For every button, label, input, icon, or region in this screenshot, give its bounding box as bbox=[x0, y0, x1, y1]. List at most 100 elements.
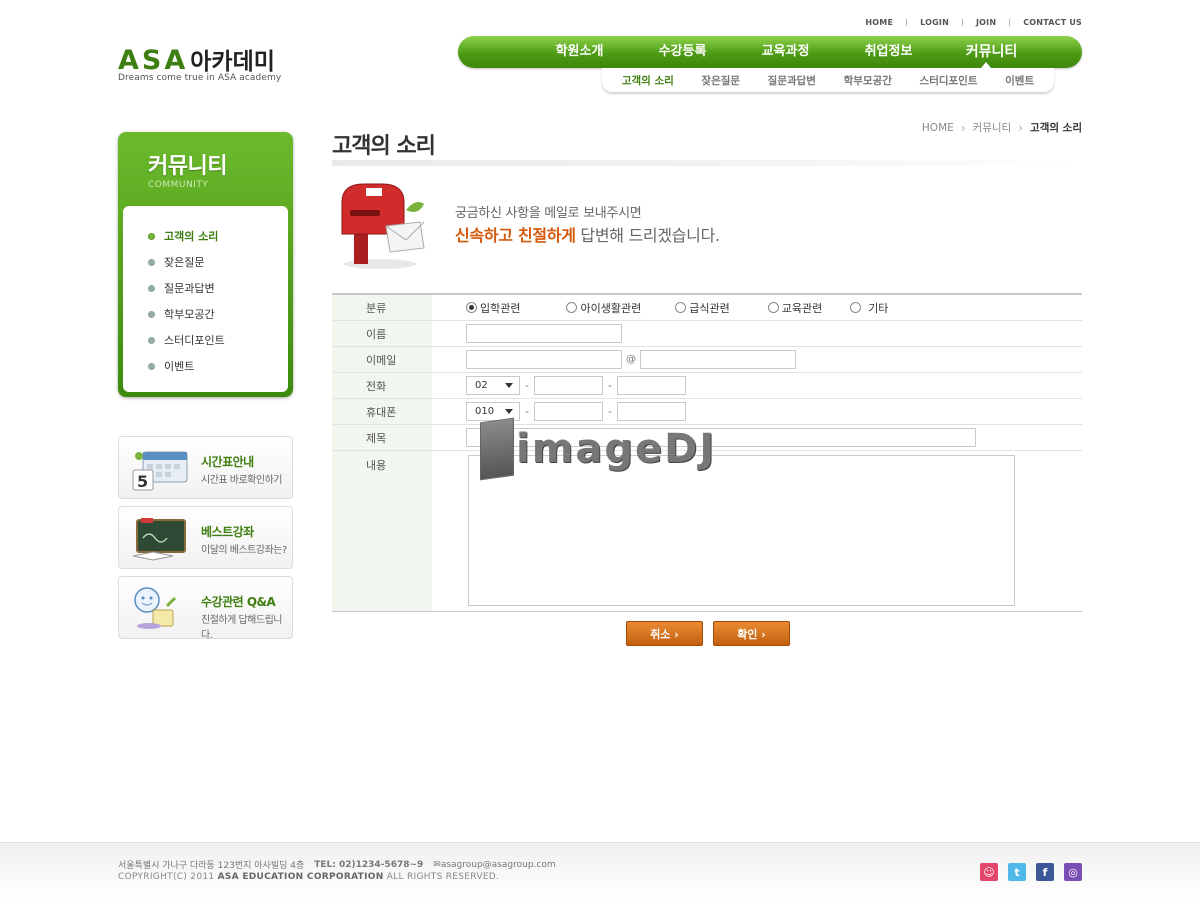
twitter-icon[interactable]: t bbox=[1008, 863, 1026, 881]
sub-nav-parents[interactable]: 학부모공간 bbox=[844, 73, 892, 88]
radio-checked-icon bbox=[466, 302, 477, 313]
logo-brand: ASA bbox=[118, 45, 189, 76]
category-radio-etc[interactable]: 기타 bbox=[850, 300, 888, 316]
phone-prefix-select[interactable]: 02 bbox=[466, 376, 520, 395]
cancel-button[interactable]: 취소 › bbox=[626, 621, 703, 646]
sub-nav-faq[interactable]: 잦은질문 bbox=[701, 73, 740, 88]
breadcrumb-community[interactable]: 커뮤니티 bbox=[973, 120, 1012, 135]
chevron-down-icon bbox=[505, 409, 513, 414]
gnb-item-jobs[interactable]: 취업정보 bbox=[837, 36, 940, 68]
sub-nav-study[interactable]: 스터디포인트 bbox=[920, 73, 978, 88]
breadcrumb-current: 고객의 소리 bbox=[1030, 122, 1082, 134]
left-menu-item-voice[interactable]: 고객의 소리 bbox=[148, 223, 225, 249]
form-row-category: 분류 입학관련 아이생활관련 급식관련 교육관련 기타 bbox=[332, 295, 1082, 321]
mobile-label: 휴대폰 bbox=[332, 399, 432, 424]
email-label: 이메일 bbox=[332, 347, 432, 372]
page-title: 고객의 소리 bbox=[332, 134, 436, 159]
category-radio-admission[interactable]: 입학관련 bbox=[466, 300, 520, 316]
left-menu-label: 학부모공간 bbox=[164, 308, 215, 321]
sub-nav-qna[interactable]: 질문과답변 bbox=[768, 73, 816, 88]
chevron-right-icon: › bbox=[1018, 120, 1024, 135]
banner-qna[interactable]: 수강관련 Q&A 친절하게 답해드립니다. bbox=[118, 576, 293, 641]
sub-nav-voice[interactable]: 고객의 소리 bbox=[622, 73, 674, 88]
category-radio-childlife[interactable]: 아이생활관련 bbox=[566, 300, 641, 316]
sub-nav-event[interactable]: 이벤트 bbox=[1005, 73, 1034, 88]
chalkboard-icon bbox=[132, 518, 186, 561]
page: HOME LOGIN JOIN CONTACT US ASA 아카데미 Drea… bbox=[0, 0, 1200, 900]
banner-timetable[interactable]: 5 시간표안내 시간표 바로확인하기 bbox=[118, 436, 293, 499]
left-menu-item-study[interactable]: 스터디포인트 bbox=[148, 327, 225, 353]
contact-link[interactable]: CONTACT US bbox=[1010, 18, 1082, 27]
svg-text:5: 5 bbox=[137, 472, 148, 491]
home-link[interactable]: HOME bbox=[852, 18, 906, 27]
watermark-logo-icon bbox=[480, 417, 514, 481]
left-menu-label: 잦은질문 bbox=[164, 256, 205, 269]
footer-email[interactable]: ✉asagroup@asagroup.com bbox=[433, 860, 555, 870]
left-menu-title: 커뮤니티 bbox=[148, 154, 227, 179]
facebook-icon[interactable]: f bbox=[1036, 863, 1054, 881]
intro-line-1: 궁금하신 사항을 메일로 보내주시면 bbox=[455, 206, 642, 221]
copyright-company: ASA EDUCATION CORPORATION bbox=[217, 872, 384, 882]
bullet-icon bbox=[148, 362, 155, 370]
email-domain-input[interactable] bbox=[640, 350, 796, 369]
name-input[interactable] bbox=[466, 324, 622, 343]
left-menu-label: 고객의 소리 bbox=[164, 230, 219, 243]
chat-face-icon bbox=[134, 587, 177, 629]
mobile-last-input[interactable] bbox=[616, 402, 686, 421]
logo-tagline: Dreams come true in ASA academy bbox=[118, 73, 282, 83]
intro-rest: 답변해 드리겠습니다. bbox=[575, 226, 720, 245]
logo[interactable]: ASA 아카데미 Dreams come true in ASA academy bbox=[118, 42, 281, 83]
radio-icon bbox=[767, 302, 779, 313]
left-menu-item-event[interactable]: 이벤트 bbox=[148, 353, 225, 379]
email-id-input[interactable] bbox=[466, 350, 622, 369]
form-row-phone: 전화 02 - - bbox=[332, 373, 1082, 399]
login-link[interactable]: LOGIN bbox=[907, 18, 962, 27]
phone-label: 전화 bbox=[332, 373, 432, 398]
banner-best-course[interactable]: 베스트강좌 이달의 베스트강좌는? bbox=[118, 506, 293, 569]
cyworld-icon[interactable]: ☺ bbox=[980, 863, 998, 881]
footer-copyright: COPYRIGHT(C) 2011 ASA EDUCATION CORPORAT… bbox=[118, 872, 499, 882]
category-radio-education[interactable]: 교육관련 bbox=[767, 300, 822, 316]
category-radio-meals[interactable]: 급식관련 bbox=[675, 300, 730, 316]
dash: - bbox=[607, 379, 612, 392]
radio-label: 아이생활관련 bbox=[580, 301, 642, 315]
banner-desc: 친절하게 답해드립니다. bbox=[201, 615, 282, 641]
left-menu-item-faq[interactable]: 잦은질문 bbox=[148, 249, 225, 275]
chevron-down-icon bbox=[505, 383, 513, 388]
me2day-icon[interactable]: ◎ bbox=[1064, 863, 1082, 881]
gnb-item-community[interactable]: 커뮤니티 bbox=[940, 36, 1043, 68]
footer-tel: TEL: 02)1234-5678~9 bbox=[314, 859, 424, 870]
breadcrumb: HOME › 커뮤니티 › 고객의 소리 bbox=[922, 120, 1082, 135]
banner-title: 베스트강좌 bbox=[201, 525, 254, 539]
left-menu-label: 질문과답변 bbox=[164, 282, 215, 295]
envelope-icon: ✉ bbox=[433, 859, 441, 870]
dash: - bbox=[607, 405, 612, 418]
bullet-icon bbox=[148, 232, 155, 240]
breadcrumb-home[interactable]: HOME bbox=[922, 122, 954, 134]
radio-icon bbox=[566, 302, 578, 313]
left-menu-label: 스터디포인트 bbox=[164, 334, 225, 347]
left-menu-item-qna[interactable]: 질문과답변 bbox=[148, 275, 225, 301]
join-link[interactable]: JOIN bbox=[963, 18, 1009, 27]
banner-title: 수강관련 Q&A bbox=[201, 595, 276, 609]
left-menu-list-box: 고객의 소리 잦은질문 질문과답변 학부모공간 스터디포인트 이벤트 bbox=[123, 206, 288, 392]
mailbox-icon bbox=[341, 183, 425, 269]
gnb-item-registration[interactable]: 수강등록 bbox=[631, 36, 734, 68]
gnb-item-courses[interactable]: 교육과정 bbox=[734, 36, 837, 68]
sns-links: ☺ t f ◎ bbox=[980, 863, 1082, 881]
title-underline bbox=[332, 160, 1082, 166]
global-nav: 학원소개 수강등록 교육과정 취업정보 커뮤니티 bbox=[458, 36, 1082, 68]
dash: - bbox=[525, 379, 529, 392]
phone-last-input[interactable] bbox=[616, 376, 686, 395]
left-menu-item-parents[interactable]: 학부모공간 bbox=[148, 301, 225, 327]
body-label: 내용 bbox=[332, 451, 432, 611]
bullet-icon bbox=[148, 310, 155, 318]
confirm-button[interactable]: 확인 › bbox=[713, 621, 790, 646]
phone-middle-input[interactable] bbox=[533, 376, 603, 395]
dash: - bbox=[525, 405, 529, 418]
mobile-middle-input[interactable] bbox=[533, 402, 603, 421]
gnb-item-about[interactable]: 학원소개 bbox=[528, 36, 631, 68]
banner-desc: 이달의 베스트강좌는? bbox=[201, 545, 287, 556]
radio-icon bbox=[850, 302, 862, 313]
watermark: imageDJ bbox=[480, 417, 716, 481]
